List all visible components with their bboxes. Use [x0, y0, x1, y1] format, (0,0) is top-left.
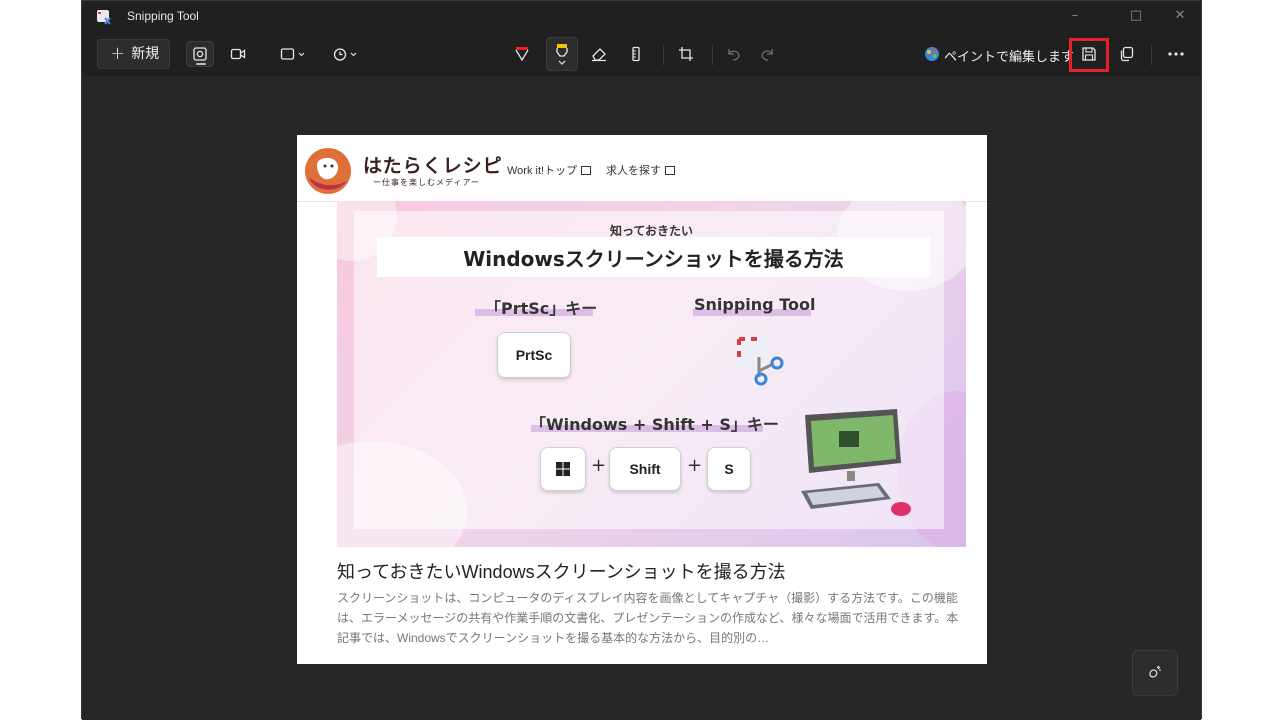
- snip-shape-dropdown[interactable]: [276, 41, 312, 67]
- paint-icon: [925, 47, 939, 61]
- site-header: はたらくレシピ ー仕事を楽しむメディアー Work it!トップ 求人を探す: [297, 135, 987, 202]
- maximize-button[interactable]: □: [1124, 6, 1148, 26]
- external-link-icon: [665, 166, 675, 175]
- crop-button[interactable]: [672, 41, 700, 67]
- close-button[interactable]: ✕: [1168, 6, 1192, 26]
- app-title: Snipping Tool: [127, 9, 199, 23]
- text-actions-button[interactable]: [1132, 650, 1178, 696]
- eraser-button[interactable]: [585, 41, 613, 67]
- screenshot-mode-button[interactable]: [186, 41, 214, 67]
- save-button[interactable]: [1075, 41, 1103, 67]
- camera-icon: [193, 47, 207, 61]
- redo-icon: [761, 49, 773, 61]
- article-description: スクリーンショットは、コンピュータのディスプレイ内容を画像としてキャプチャ（撮影…: [337, 591, 959, 645]
- plus-icon: +: [110, 43, 126, 64]
- save-icon: [1082, 47, 1096, 61]
- toolbar: + 新規 ペイントで編集します: [82, 33, 1201, 76]
- highlighter-icon: [556, 44, 568, 65]
- timer-dropdown[interactable]: [329, 41, 365, 67]
- snipping-tool-window: Snipping Tool – □ ✕ + 新規 ペイントで編集します はたらく…: [81, 0, 1202, 720]
- method-win-shift-s-label: 「Windows + Shift + S」キー: [530, 415, 779, 434]
- new-label: 新規: [131, 46, 160, 62]
- ballpoint-pen-button[interactable]: [508, 41, 536, 67]
- plus-sign: +: [687, 455, 703, 476]
- nav-link-workit-top: Work it!トップ: [507, 162, 592, 178]
- highlighter-button[interactable]: [546, 37, 578, 71]
- undo-icon: [728, 49, 740, 61]
- banner-title-box: Windowsスクリーンショットを撮る方法: [377, 237, 930, 277]
- toolbar-divider: [663, 45, 664, 65]
- copy-icon: [1120, 46, 1134, 62]
- method-snipping-tool-label: Snipping Tool: [694, 295, 816, 314]
- key-shift: Shift: [609, 447, 681, 491]
- video-mode-button[interactable]: [224, 41, 252, 67]
- windows-logo-icon: [556, 462, 570, 476]
- site-logo-text: はたらくレシピ: [363, 155, 503, 177]
- video-icon: [230, 48, 246, 60]
- new-snip-button[interactable]: + 新規: [97, 39, 170, 69]
- ruler-button[interactable]: [622, 41, 650, 67]
- minimize-button[interactable]: –: [1063, 6, 1087, 26]
- capture-canvas: はたらくレシピ ー仕事を楽しむメディアー Work it!トップ 求人を探す 知…: [82, 76, 1201, 720]
- more-options-button[interactable]: [1162, 41, 1190, 67]
- key-s: S: [707, 447, 751, 491]
- plus-sign: +: [591, 455, 607, 476]
- text-actions-icon: [1149, 665, 1161, 678]
- toolbar-divider: [1151, 45, 1152, 65]
- site-logo-icon: [305, 148, 351, 194]
- more-icon: [1168, 52, 1184, 56]
- banner-title: Windowsスクリーンショットを撮る方法: [463, 247, 844, 271]
- undo-button[interactable]: [720, 41, 748, 67]
- crop-icon: [679, 47, 693, 61]
- site-logo-subtitle: ー仕事を楽しむメディアー: [373, 178, 480, 187]
- key-windows: [540, 447, 586, 491]
- article-title: 知っておきたいWindowsスクリーンショットを撮る方法: [337, 562, 786, 582]
- snipping-tool-app-icon: [97, 10, 111, 25]
- snipping-tool-logo-icon: [735, 335, 784, 386]
- edit-in-paint-button[interactable]: ペイントで編集します: [944, 46, 1074, 65]
- external-link-icon: [581, 166, 592, 175]
- toolbar-divider: [712, 45, 713, 65]
- title-bar: Snipping Tool – □ ✕: [82, 1, 1201, 33]
- redo-button[interactable]: [753, 41, 781, 67]
- ruler-icon: [632, 46, 640, 62]
- ballpoint-pen-icon: [515, 47, 529, 62]
- copy-button[interactable]: [1112, 41, 1140, 67]
- eraser-icon: [592, 48, 606, 62]
- captured-screenshot: はたらくレシピ ー仕事を楽しむメディアー Work it!トップ 求人を探す 知…: [297, 135, 987, 664]
- method-prtsc-label: 「PrtSc」キー: [485, 299, 598, 318]
- key-prtsc: PrtSc: [497, 332, 571, 378]
- nav-link-job-search: 求人を探す: [606, 162, 675, 178]
- article-banner: 知っておきたい Windowsスクリーンショットを撮る方法 「PrtSc」キー …: [337, 201, 966, 547]
- timer-icon: [333, 48, 357, 61]
- rectangle-snip-icon: [280, 48, 305, 60]
- desktop-computer-illustration: [801, 409, 911, 516]
